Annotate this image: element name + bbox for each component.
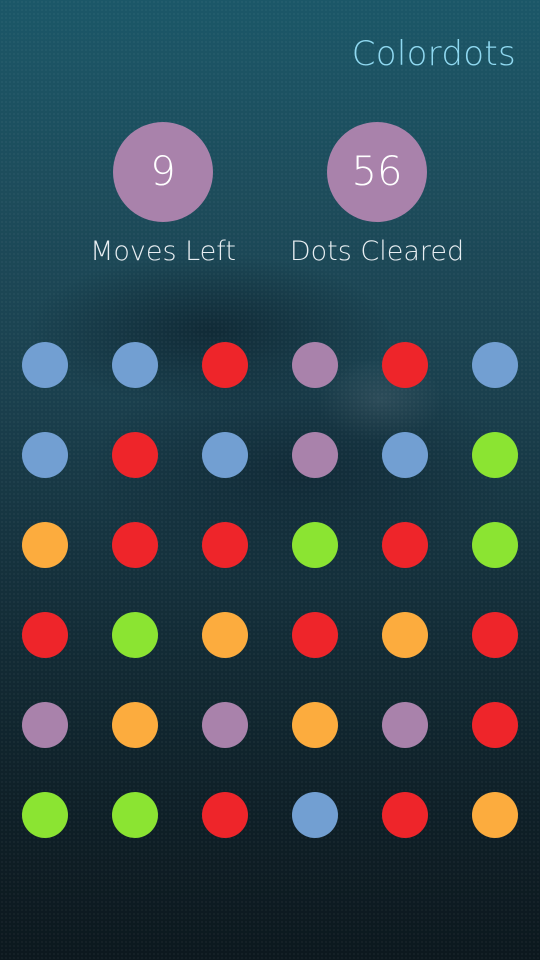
moves-left-count: 9 — [113, 122, 213, 222]
moves-left-label: Moves Left — [90, 236, 236, 267]
purple-dot[interactable] — [382, 702, 428, 748]
red-dot[interactable] — [112, 432, 158, 478]
dots-cleared-stat: 56 Dots Cleared — [267, 122, 487, 267]
red-dot[interactable] — [202, 792, 248, 838]
board-cell — [0, 590, 90, 680]
blue-dot[interactable] — [202, 432, 248, 478]
board-cell — [90, 320, 180, 410]
moves-left-stat: 9 Moves Left — [53, 122, 273, 267]
board-cell — [0, 410, 90, 500]
board-cell — [0, 320, 90, 410]
purple-dot[interactable] — [22, 702, 68, 748]
purple-dot[interactable] — [292, 432, 338, 478]
red-dot[interactable] — [382, 792, 428, 838]
red-dot[interactable] — [382, 522, 428, 568]
board-cell — [270, 320, 360, 410]
board-cell — [270, 500, 360, 590]
dots-cleared-count: 56 — [327, 122, 427, 222]
board-cell — [0, 500, 90, 590]
board-cell — [450, 770, 540, 860]
red-dot[interactable] — [202, 342, 248, 388]
board-cell — [450, 320, 540, 410]
orange-dot[interactable] — [22, 522, 68, 568]
board-cell — [450, 500, 540, 590]
red-dot[interactable] — [112, 522, 158, 568]
board-cell — [450, 590, 540, 680]
green-dot[interactable] — [472, 522, 518, 568]
green-dot[interactable] — [112, 612, 158, 658]
board-cell — [90, 680, 180, 770]
red-dot[interactable] — [472, 612, 518, 658]
red-dot[interactable] — [382, 342, 428, 388]
red-dot[interactable] — [472, 702, 518, 748]
board-cell — [270, 590, 360, 680]
green-dot[interactable] — [292, 522, 338, 568]
board-cell — [270, 680, 360, 770]
board-cell — [90, 590, 180, 680]
board-cell — [180, 500, 270, 590]
board-cell — [0, 680, 90, 770]
dots-cleared-label: Dots Cleared — [289, 236, 465, 267]
purple-dot[interactable] — [202, 702, 248, 748]
green-dot[interactable] — [22, 792, 68, 838]
blue-dot[interactable] — [22, 342, 68, 388]
board-cell — [180, 320, 270, 410]
board-cell — [450, 410, 540, 500]
app-title: Colordots — [351, 34, 516, 74]
red-dot[interactable] — [292, 612, 338, 658]
board-cell — [450, 680, 540, 770]
board-cell — [360, 500, 450, 590]
board-cell — [360, 590, 450, 680]
orange-dot[interactable] — [202, 612, 248, 658]
orange-dot[interactable] — [382, 612, 428, 658]
blue-dot[interactable] — [292, 792, 338, 838]
orange-dot[interactable] — [472, 792, 518, 838]
green-dot[interactable] — [112, 792, 158, 838]
green-dot[interactable] — [472, 432, 518, 478]
board-cell — [180, 770, 270, 860]
board-cell — [360, 320, 450, 410]
board-cell — [360, 680, 450, 770]
board-cell — [180, 590, 270, 680]
board-cell — [90, 770, 180, 860]
board-cell — [360, 770, 450, 860]
board-cell — [180, 680, 270, 770]
purple-dot[interactable] — [292, 342, 338, 388]
dot-board — [0, 320, 540, 860]
orange-dot[interactable] — [112, 702, 158, 748]
blue-dot[interactable] — [472, 342, 518, 388]
board-cell — [0, 770, 90, 860]
board-cell — [90, 500, 180, 590]
blue-dot[interactable] — [22, 432, 68, 478]
red-dot[interactable] — [22, 612, 68, 658]
blue-dot[interactable] — [112, 342, 158, 388]
red-dot[interactable] — [202, 522, 248, 568]
board-cell — [270, 770, 360, 860]
board-cell — [90, 410, 180, 500]
blue-dot[interactable] — [382, 432, 428, 478]
board-cell — [180, 410, 270, 500]
board-cell — [270, 410, 360, 500]
orange-dot[interactable] — [292, 702, 338, 748]
board-cell — [360, 410, 450, 500]
